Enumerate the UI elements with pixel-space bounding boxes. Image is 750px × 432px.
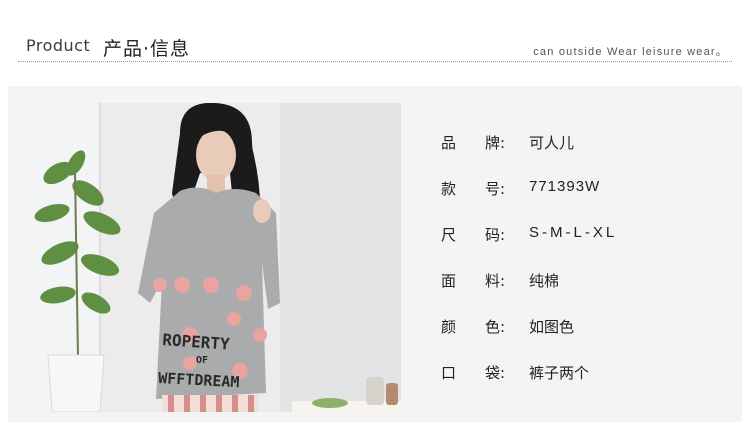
spec-value: 纯棉 [529,272,560,290]
spec-key: 款 [441,180,457,198]
spec-key: 品 [441,134,457,152]
spec-value: 可人儿 [529,134,575,152]
spec-key: 面 [441,272,457,290]
spec-row-color: 颜 色: 如图色 [441,310,731,356]
spec-key: 牌: [485,134,506,152]
section-title-cn: 产品·信息 [103,38,191,60]
section-title-en: Product [26,36,91,55]
striped-pants [162,395,258,412]
spec-key: 码: [485,226,506,244]
spec-key: 袋: [485,364,506,382]
spec-key: 颜 [441,318,457,336]
spec-key: 口 [441,364,457,382]
page-header: Product 产品·信息 can outside Wear leisure w… [0,0,750,90]
spec-list: 品 牌: 可人儿 款 号: 771393W 尺 码: S-M-L-XL 面 料:… [441,126,731,402]
spec-value: 如图色 [529,318,575,336]
spec-value: S-M-L-XL [529,224,618,241]
product-photo: ROPERTY OF WFFTDREAM [30,103,401,412]
slogan: can outside Wear leisure wear。 [533,46,728,58]
spec-value: 裤子两个 [529,364,590,382]
spec-row-size: 尺 码: S-M-L-XL [441,218,731,264]
spec-row-brand: 品 牌: 可人儿 [441,126,731,172]
shirt-print-line-2: OF [196,355,208,366]
spec-value: 771393W [529,178,601,195]
spec-row-pocket: 口 袋: 裤子两个 [441,356,731,402]
spec-key: 尺 [441,226,457,244]
spec-key: 色: [485,318,506,336]
spec-row-fabric: 面 料: 纯棉 [441,264,731,310]
model-illustration: ROPERTY OF WFFTDREAM [30,103,401,412]
spec-row-model: 款 号: 771393W [441,172,731,218]
spec-key: 号: [485,180,506,198]
spec-key: 料: [485,272,506,290]
dotted-divider [18,61,732,62]
